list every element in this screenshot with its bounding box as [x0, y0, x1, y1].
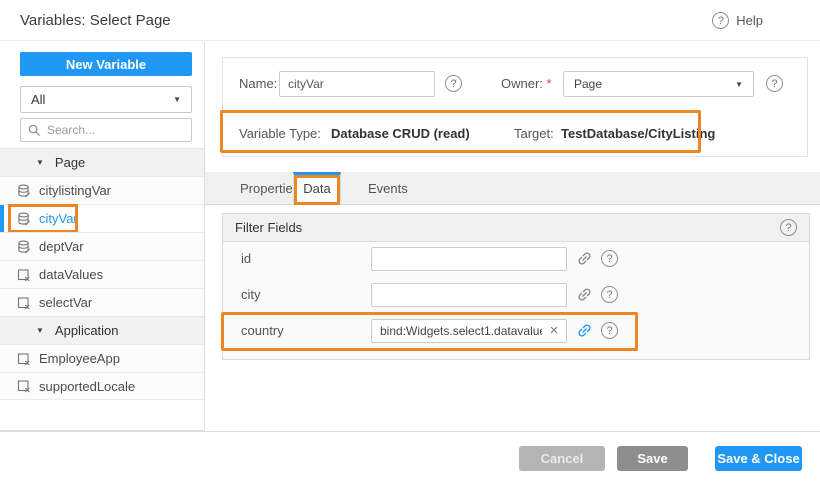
filter-field-row-city: city ?: [223, 283, 809, 307]
tree-item-label: EmployeeApp: [39, 351, 120, 366]
model-variable-icon: [17, 379, 31, 393]
field-label: id: [241, 247, 251, 271]
tab-data-label: Data: [303, 181, 330, 196]
tree-item-EmployeeApp[interactable]: EmployeeApp: [0, 344, 204, 372]
tree-item-label: selectVar: [39, 295, 92, 310]
variable-type-row: Variable Type: Database CRUD (read) Targ…: [223, 113, 807, 158]
section-collapse-icon: ▼: [36, 158, 44, 167]
section-collapse-icon: ▼: [36, 326, 44, 335]
filter-fields-header: Filter Fields ?: [223, 214, 809, 242]
tree-item-selectVar[interactable]: selectVar: [0, 288, 204, 316]
database-variable-icon: [17, 240, 31, 254]
filter-fields-panel: Filter Fields ? id ? city ? country: [222, 213, 810, 360]
tree-item-deptVar[interactable]: deptVar: [0, 232, 204, 260]
tree-section-label: Application: [55, 323, 119, 338]
save-and-close-button[interactable]: Save & Close: [715, 446, 802, 471]
save-button[interactable]: Save: [617, 446, 688, 471]
variable-type-label: Variable Type:: [239, 126, 321, 141]
database-variable-icon: [17, 212, 31, 226]
clear-binding-icon[interactable]: ×: [544, 319, 564, 343]
bind-link-icon[interactable]: [575, 286, 593, 304]
field-help-icon[interactable]: ?: [601, 286, 618, 303]
id-field-input[interactable]: [371, 247, 567, 271]
cancel-button[interactable]: Cancel: [519, 446, 605, 471]
name-owner-row: Name: * ? Owner: * Page ▼ ?: [223, 71, 807, 97]
name-help-icon[interactable]: ?: [445, 75, 462, 92]
name-input[interactable]: [279, 71, 435, 97]
selected-indicator-bar: [0, 205, 4, 232]
new-variable-button[interactable]: New Variable: [20, 52, 192, 76]
owner-help-icon[interactable]: ?: [766, 75, 783, 92]
variable-filter-select[interactable]: All ▼: [20, 86, 192, 113]
chevron-down-icon: ▼: [735, 80, 743, 89]
model-variable-icon: [17, 352, 31, 366]
bind-link-icon[interactable]: [575, 250, 593, 268]
tree-section-label: Page: [55, 155, 85, 170]
field-label: city: [241, 283, 261, 307]
page-title: Variables: Select Page: [20, 0, 171, 41]
tab-data[interactable]: Data: [293, 172, 341, 205]
tree-item-label: deptVar: [39, 239, 84, 254]
required-asterisk: *: [547, 76, 552, 91]
tree-item-label: citylistingVar: [39, 183, 111, 198]
owner-select-value: Page: [574, 77, 602, 91]
tree-item-citylistingVar[interactable]: citylistingVar: [0, 176, 204, 204]
dialog-header: Variables: Select Page ? Help: [0, 0, 820, 41]
tree-section-page[interactable]: ▼ Page: [0, 148, 204, 176]
field-help-icon[interactable]: ?: [601, 250, 618, 267]
tree-section-application[interactable]: ▼ Application: [0, 316, 204, 344]
owner-select[interactable]: Page ▼: [563, 71, 754, 97]
model-variable-icon: [17, 268, 31, 282]
search-box: [20, 118, 192, 142]
field-label: country: [241, 319, 284, 343]
help-button[interactable]: ? Help: [712, 0, 763, 41]
chevron-down-icon: ▼: [173, 95, 181, 104]
variables-sidebar: New Variable All ▼ ▼ Page citylistingVar…: [0, 42, 205, 431]
dialog-footer: Cancel Save Save & Close: [0, 431, 820, 487]
target-label: Target:: [514, 126, 554, 141]
search-icon: [28, 124, 41, 137]
help-question-icon: ?: [712, 12, 729, 29]
variable-summary-panel: Name: * ? Owner: * Page ▼ ? Variable Typ…: [222, 57, 808, 157]
variable-type-value: Database CRUD (read): [331, 126, 470, 141]
tree-item-dataValues[interactable]: dataValues: [0, 260, 204, 288]
filter-field-row-id: id ?: [223, 247, 809, 271]
database-variable-icon: [17, 184, 31, 198]
city-field-input[interactable]: [371, 283, 567, 307]
variables-tree: ▼ Page citylistingVar cityVar deptVar: [0, 148, 204, 400]
filter-fields-title: Filter Fields: [235, 220, 302, 235]
tree-item-label: cityVar: [39, 211, 78, 226]
bind-link-icon[interactable]: [575, 322, 593, 340]
help-label: Help: [736, 13, 763, 28]
filter-select-value: All: [31, 92, 45, 107]
tree-item-label: supportedLocale: [39, 379, 135, 394]
tab-bar: Properties Data Events: [205, 172, 820, 205]
field-help-icon[interactable]: ?: [601, 322, 618, 339]
filter-fields-help-icon[interactable]: ?: [780, 219, 797, 236]
tree-item-cityVar[interactable]: cityVar: [0, 204, 204, 232]
model-variable-icon: [17, 296, 31, 310]
variable-detail-pane: Name: * ? Owner: * Page ▼ ? Variable Typ…: [205, 42, 820, 431]
search-input[interactable]: [47, 123, 184, 137]
tree-item-label: dataValues: [39, 267, 103, 282]
owner-label: Owner: *: [501, 71, 552, 97]
filter-field-row-country: country × ?: [223, 319, 809, 343]
target-value: TestDatabase/CityListing: [561, 126, 715, 141]
tab-events[interactable]: Events: [353, 172, 423, 205]
country-field-input[interactable]: [371, 319, 567, 343]
tree-item-supportedLocale[interactable]: supportedLocale: [0, 372, 204, 400]
